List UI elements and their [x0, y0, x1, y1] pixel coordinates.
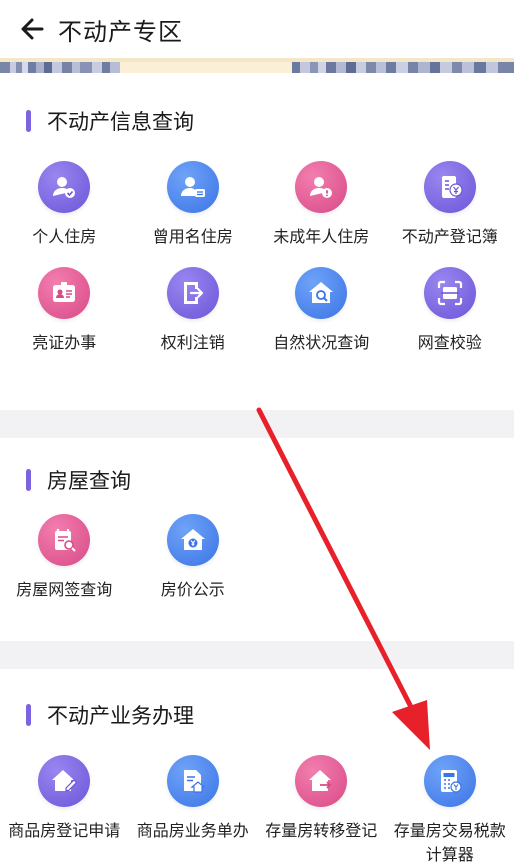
scan-icon — [423, 267, 476, 319]
document-house-icon — [166, 755, 219, 807]
city-banner-image — [0, 58, 514, 73]
service-label: 房价公示 — [160, 580, 225, 599]
service-commercial-business[interactable]: 商品房业务单办 — [129, 755, 258, 867]
section-header: 房屋查询 — [0, 460, 514, 500]
section-title: 不动产业务办理 — [47, 704, 194, 728]
service-label: 不动产登记簿 — [401, 227, 498, 246]
service-label: 房屋网签查询 — [16, 580, 113, 599]
section-property-business: 不动产业务办理 商品房登记申请 商品房业务单办 存量房转移登记 存量房交易税款计… — [0, 669, 514, 868]
house-transfer-icon — [295, 755, 348, 807]
service-house-price[interactable]: 房价公示 — [129, 514, 258, 602]
service-online-verification[interactable]: 网查校验 — [386, 267, 514, 355]
service-label: 网查校验 — [417, 333, 482, 352]
service-label: 自然状况查询 — [273, 333, 370, 352]
service-personal-housing[interactable]: 个人住房 — [0, 161, 129, 249]
house-edit-icon — [38, 755, 91, 807]
section-header: 不动产信息查询 — [0, 101, 514, 141]
back-arrow-icon[interactable] — [16, 14, 46, 44]
id-card-icon — [38, 267, 91, 319]
house-price-icon — [166, 514, 219, 566]
service-tax-calculator[interactable]: 存量房交易税款计算器 — [386, 755, 514, 867]
section-divider — [0, 410, 514, 438]
contract-search-icon — [38, 514, 91, 566]
door-exit-icon — [166, 267, 219, 319]
person-card-icon — [166, 161, 219, 213]
house-search-icon — [295, 267, 348, 319]
service-contract-query[interactable]: 房屋网签查询 — [0, 514, 129, 602]
section-house-query: 房屋查询 房屋网签查询 房价公示 — [0, 438, 514, 641]
calculator-icon — [423, 755, 476, 807]
ledger-yen-icon — [423, 161, 476, 213]
service-label: 亮证办事 — [32, 333, 97, 352]
service-label: 存量房转移登记 — [265, 821, 378, 840]
person-alert-icon — [295, 161, 348, 213]
section-accent-bar — [26, 469, 31, 491]
service-rights-cancellation[interactable]: 权利注销 — [129, 267, 258, 355]
section-property-info-query: 不动产信息查询 个人住房 曾用名住房 未成年人住房 不动产登记簿 亮证办事 权利… — [0, 73, 514, 410]
section-header: 不动产业务办理 — [0, 695, 514, 735]
service-label: 商品房登记申请 — [8, 821, 121, 840]
service-label: 商品房业务单办 — [136, 821, 249, 840]
service-label: 个人住房 — [32, 227, 97, 246]
page-title: 不动产专区 — [58, 17, 183, 46]
section-accent-bar — [26, 110, 31, 132]
section-divider — [0, 641, 514, 669]
service-stock-transfer[interactable]: 存量房转移登记 — [257, 755, 386, 867]
service-natural-status-query[interactable]: 自然状况查询 — [257, 267, 386, 355]
section-title: 房屋查询 — [47, 469, 131, 493]
service-label: 权利注销 — [160, 333, 225, 352]
service-commercial-registration[interactable]: 商品房登记申请 — [0, 755, 129, 867]
section-title: 不动产信息查询 — [47, 110, 194, 134]
service-label: 未成年人住房 — [273, 227, 370, 246]
service-former-name-housing[interactable]: 曾用名住房 — [129, 161, 258, 249]
section-accent-bar — [26, 704, 31, 726]
service-property-register[interactable]: 不动产登记簿 — [386, 161, 514, 249]
service-label: 曾用名住房 — [152, 227, 233, 246]
person-check-icon — [38, 161, 91, 213]
service-show-certificate[interactable]: 亮证办事 — [0, 267, 129, 355]
top-bar: 不动产专区 — [0, 0, 514, 58]
service-label: 存量房交易税款计算器 — [393, 821, 506, 864]
service-minor-housing[interactable]: 未成年人住房 — [257, 161, 386, 249]
